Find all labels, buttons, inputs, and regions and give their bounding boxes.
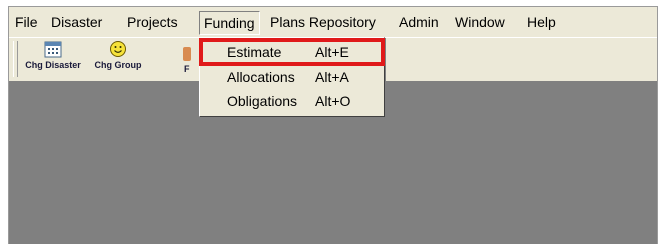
app-window: File Disaster Projects Funding Plans Rep… [8, 6, 658, 244]
allocations-label: Allocations [227, 69, 295, 85]
menu-admin[interactable]: Admin [399, 14, 439, 30]
chg-disaster-label: Chg Disaster [25, 60, 81, 70]
menu-item-allocations[interactable]: Allocations Alt+A [202, 66, 382, 88]
menu-file[interactable]: File [15, 14, 38, 30]
obligations-label: Obligations [227, 93, 298, 109]
chg-group-label: Chg Group [94, 60, 142, 70]
menu-disaster[interactable]: Disaster [51, 14, 102, 30]
estimate-label: Estimate [227, 44, 282, 60]
menu-plans-repository[interactable]: Plans Repository [270, 14, 376, 30]
partial-toolbar-label: F [184, 64, 190, 74]
allocations-shortcut: Alt+A [315, 69, 349, 85]
obligations-shortcut: Alt+O [315, 93, 351, 109]
menu-item-obligations[interactable]: Obligations Alt+O [202, 90, 382, 112]
chg-group-button[interactable]: Chg Group [89, 40, 147, 78]
menu-window[interactable]: Window [455, 14, 505, 30]
menu-help[interactable]: Help [527, 14, 556, 30]
menu-item-estimate[interactable]: Estimate Alt+E [199, 38, 385, 66]
smiley-face-icon [110, 41, 126, 57]
funding-dropdown-menu: Estimate Alt+E Allocations Alt+A Obligat… [199, 37, 385, 117]
estimate-shortcut: Alt+E [315, 44, 349, 60]
menu-bar: File Disaster Projects Funding Plans Rep… [9, 7, 657, 37]
menu-funding[interactable]: Funding [199, 11, 260, 35]
calendar-grid-icon [44, 41, 62, 58]
toolbar-grip[interactable] [13, 41, 18, 77]
funding-tool-icon[interactable] [183, 47, 191, 61]
chg-disaster-button[interactable]: Chg Disaster [21, 40, 85, 78]
menu-projects[interactable]: Projects [127, 14, 178, 30]
